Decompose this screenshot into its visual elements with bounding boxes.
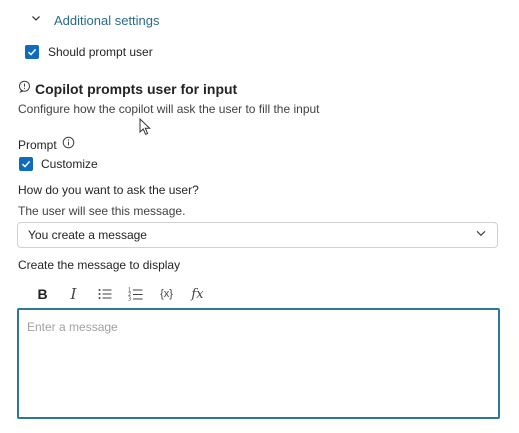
checkbox-checked-icon[interactable] (25, 45, 39, 59)
chevron-down-icon (30, 11, 42, 29)
svg-text:3: 3 (128, 297, 131, 302)
additional-settings-label: Additional settings (54, 12, 160, 28)
info-icon[interactable] (62, 136, 75, 154)
bold-button[interactable]: B (27, 283, 58, 305)
italic-button[interactable]: I (58, 283, 89, 305)
rich-text-toolbar: B I 1 2 3 {x} fx (27, 283, 213, 305)
bold-icon: B (37, 286, 48, 302)
speech-bubble-icon (18, 80, 31, 98)
should-prompt-user-checkbox[interactable]: Should prompt user (25, 45, 153, 59)
message-label: Create the message to display (18, 258, 181, 272)
ask-hint: The user will see this message. (18, 204, 186, 218)
italic-icon: I (70, 285, 77, 303)
prompt-label-row: Prompt (18, 136, 75, 154)
variable-icon: {x} (160, 288, 173, 300)
message-placeholder: Enter a message (27, 320, 118, 334)
formula-icon: fx (191, 286, 204, 302)
prompt-label: Prompt (18, 138, 57, 152)
section-description: Configure how the copilot will ask the u… (18, 102, 320, 116)
checkbox-checked-icon[interactable] (19, 157, 33, 171)
section-header: Copilot prompts user for input (18, 80, 237, 98)
customize-label: Customize (41, 157, 98, 171)
insert-variable-button[interactable]: {x} (151, 283, 182, 305)
ask-question-label: How do you want to ask the user? (18, 183, 199, 197)
customize-checkbox[interactable]: Customize (19, 157, 98, 171)
numbered-list-button[interactable]: 1 2 3 (120, 283, 151, 305)
ask-method-dropdown[interactable]: You create a message (17, 222, 498, 248)
numbered-list-icon: 1 2 3 (128, 288, 143, 302)
bulleted-list-icon (98, 289, 111, 299)
mouse-cursor-icon (139, 117, 153, 141)
additional-settings-toggle[interactable]: Additional settings (30, 10, 160, 30)
should-prompt-user-label: Should prompt user (48, 45, 153, 59)
bulleted-list-button[interactable] (89, 283, 120, 305)
insert-formula-button[interactable]: fx (182, 283, 213, 305)
chevron-down-icon (475, 226, 487, 244)
section-title: Copilot prompts user for input (35, 81, 238, 97)
dropdown-selected-value: You create a message (28, 228, 147, 242)
message-input[interactable]: Enter a message (17, 308, 500, 419)
